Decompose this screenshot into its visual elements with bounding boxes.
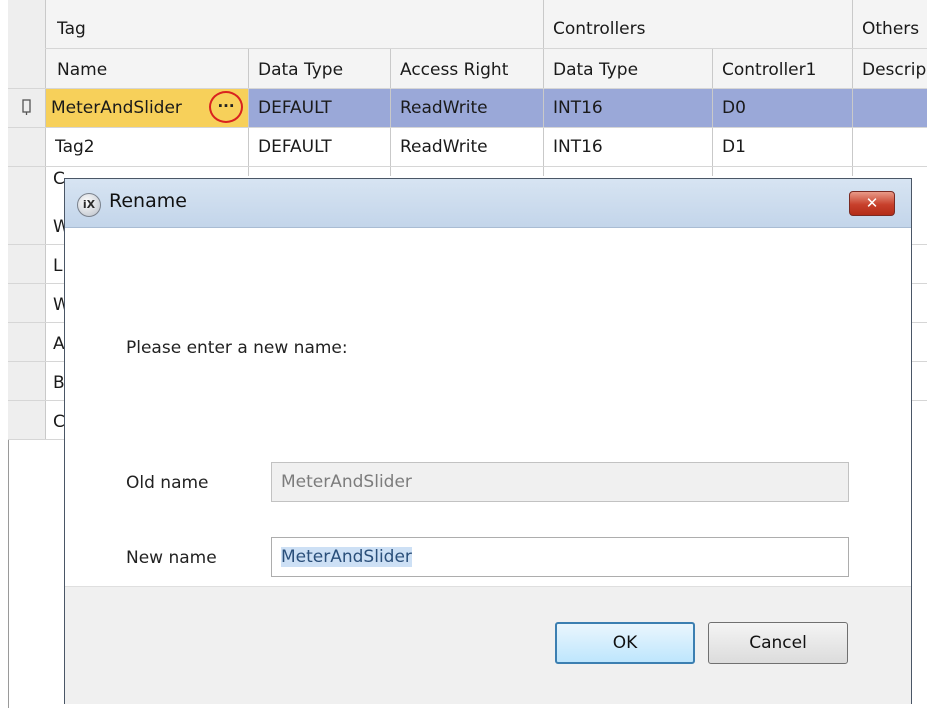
grid-divider xyxy=(8,244,65,245)
grid-divider xyxy=(910,361,927,362)
column-header-access-right[interactable]: Access Right xyxy=(400,51,540,89)
cell-data-type[interactable]: DEFAULT xyxy=(258,89,388,127)
column-header-controller-data-type[interactable]: Data Type xyxy=(553,51,703,89)
grid-divider xyxy=(248,48,249,176)
cell-name[interactable]: Tag2 xyxy=(55,128,235,166)
grid-divider xyxy=(8,88,927,89)
column-header-name[interactable]: Name xyxy=(57,51,237,89)
cell-controller1[interactable]: D1 xyxy=(722,128,852,166)
new-name-label: New name xyxy=(126,548,217,568)
new-name-field[interactable]: MeterAndSlider xyxy=(271,537,849,577)
dialog-body: Please enter a new name: Old name MeterA… xyxy=(65,228,911,586)
grid-divider xyxy=(910,244,927,245)
grid-divider xyxy=(8,439,65,440)
cell-controller1[interactable]: D0 xyxy=(722,89,852,127)
grid-divider xyxy=(910,283,927,284)
old-name-label: Old name xyxy=(126,473,209,493)
row-header-gutter xyxy=(8,0,46,440)
ellipsis-button[interactable]: ··· xyxy=(209,91,243,123)
close-button[interactable]: ✕ xyxy=(849,191,895,216)
grid-divider xyxy=(45,0,46,440)
grid-divider xyxy=(910,322,927,323)
grid-divider xyxy=(8,322,65,323)
app-icon: iX xyxy=(77,193,101,217)
ok-button[interactable]: OK xyxy=(555,622,695,664)
prompt-text: Please enter a new name: xyxy=(126,338,348,358)
cell-access-right[interactable]: ReadWrite xyxy=(400,128,540,166)
old-name-value: MeterAndSlider xyxy=(281,472,412,492)
cell-name[interactable]: MeterAndSlider xyxy=(51,89,211,127)
group-header-tag[interactable]: Tag xyxy=(57,10,237,48)
old-name-field: MeterAndSlider xyxy=(271,462,849,502)
close-icon: ✕ xyxy=(865,194,879,212)
cell-controller-data-type[interactable]: INT16 xyxy=(553,128,703,166)
cell-controller-data-type[interactable]: INT16 xyxy=(553,89,703,127)
column-header-data-type[interactable]: Data Type xyxy=(258,51,388,89)
new-name-value: MeterAndSlider xyxy=(281,547,412,567)
grid-divider xyxy=(8,166,927,167)
rename-dialog: iX Rename ✕ Please enter a new name: Old… xyxy=(64,178,912,704)
cancel-button[interactable]: Cancel xyxy=(708,622,848,664)
grid-divider xyxy=(390,48,391,176)
grid-divider xyxy=(8,127,927,128)
dialog-titlebar[interactable]: iX Rename ✕ xyxy=(65,179,911,228)
grid-divider xyxy=(910,400,927,401)
column-header-description[interactable]: Descrip xyxy=(862,51,927,89)
cell-access-right[interactable]: ReadWrite xyxy=(400,89,540,127)
column-header-controller1[interactable]: Controller1 xyxy=(722,51,852,89)
grid-divider xyxy=(8,361,65,362)
group-header-others[interactable]: Others xyxy=(862,10,927,48)
grid-divider xyxy=(45,48,927,49)
cell-data-type[interactable]: DEFAULT xyxy=(258,128,388,166)
row-edit-indicator-icon xyxy=(22,99,31,115)
group-header-controllers[interactable]: Controllers xyxy=(553,10,733,48)
grid-divider xyxy=(712,48,713,176)
grid-divider xyxy=(8,400,65,401)
dialog-title: Rename xyxy=(109,190,187,212)
grid-divider xyxy=(8,283,65,284)
